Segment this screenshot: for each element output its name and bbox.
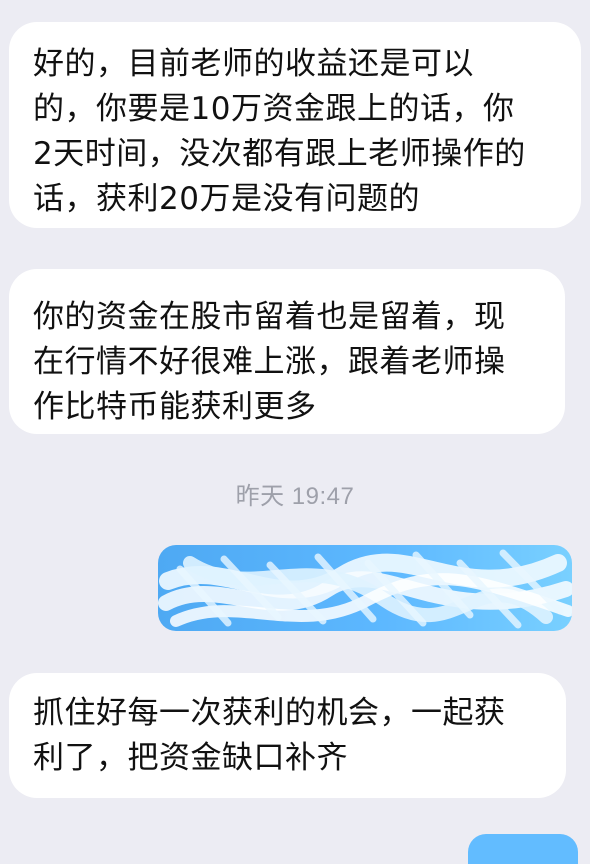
chat-conversation: 好的，目前老师的收益还是可以 的，你要是10万资金跟上的话，你 2天时间，没次都… [0, 0, 590, 864]
message-timestamp: 昨天 19:47 [235, 483, 355, 510]
incoming-message-bubble[interactable]: 抓住好每一次获利的机会，一起获 利了，把资金缺口补齐 [9, 673, 566, 798]
message-text-line: 好的，目前老师的收益还是可以 [33, 46, 474, 82]
outgoing-message-bubble-redacted[interactable] [158, 545, 572, 631]
message-text-line: 抓住好每一次获利的机会，一起获 [33, 695, 506, 731]
message-text-line: 作比特币能获利更多 [33, 389, 317, 425]
outgoing-message-bubble-partial[interactable] [468, 834, 578, 864]
message-text-line: 你的资金在股市留着也是留着，现 [33, 299, 506, 335]
message-text-line: 利了，把资金缺口补齐 [33, 740, 348, 776]
message-text-line: 话，获利20万是没有问题的 [33, 181, 420, 217]
redaction-scribble [158, 549, 572, 629]
message-text-line: 在行情不好很难上涨，跟着老师操 [33, 344, 506, 380]
message-text-line: 的，你要是10万资金跟上的话，你 [33, 91, 515, 127]
incoming-message-bubble[interactable]: 好的，目前老师的收益还是可以 的，你要是10万资金跟上的话，你 2天时间，没次都… [9, 22, 581, 228]
incoming-message-bubble[interactable]: 你的资金在股市留着也是留着，现 在行情不好很难上涨，跟着老师操 作比特币能获利更… [9, 269, 565, 434]
message-text-line: 2天时间，没次都有跟上老师操作的 [33, 136, 526, 172]
